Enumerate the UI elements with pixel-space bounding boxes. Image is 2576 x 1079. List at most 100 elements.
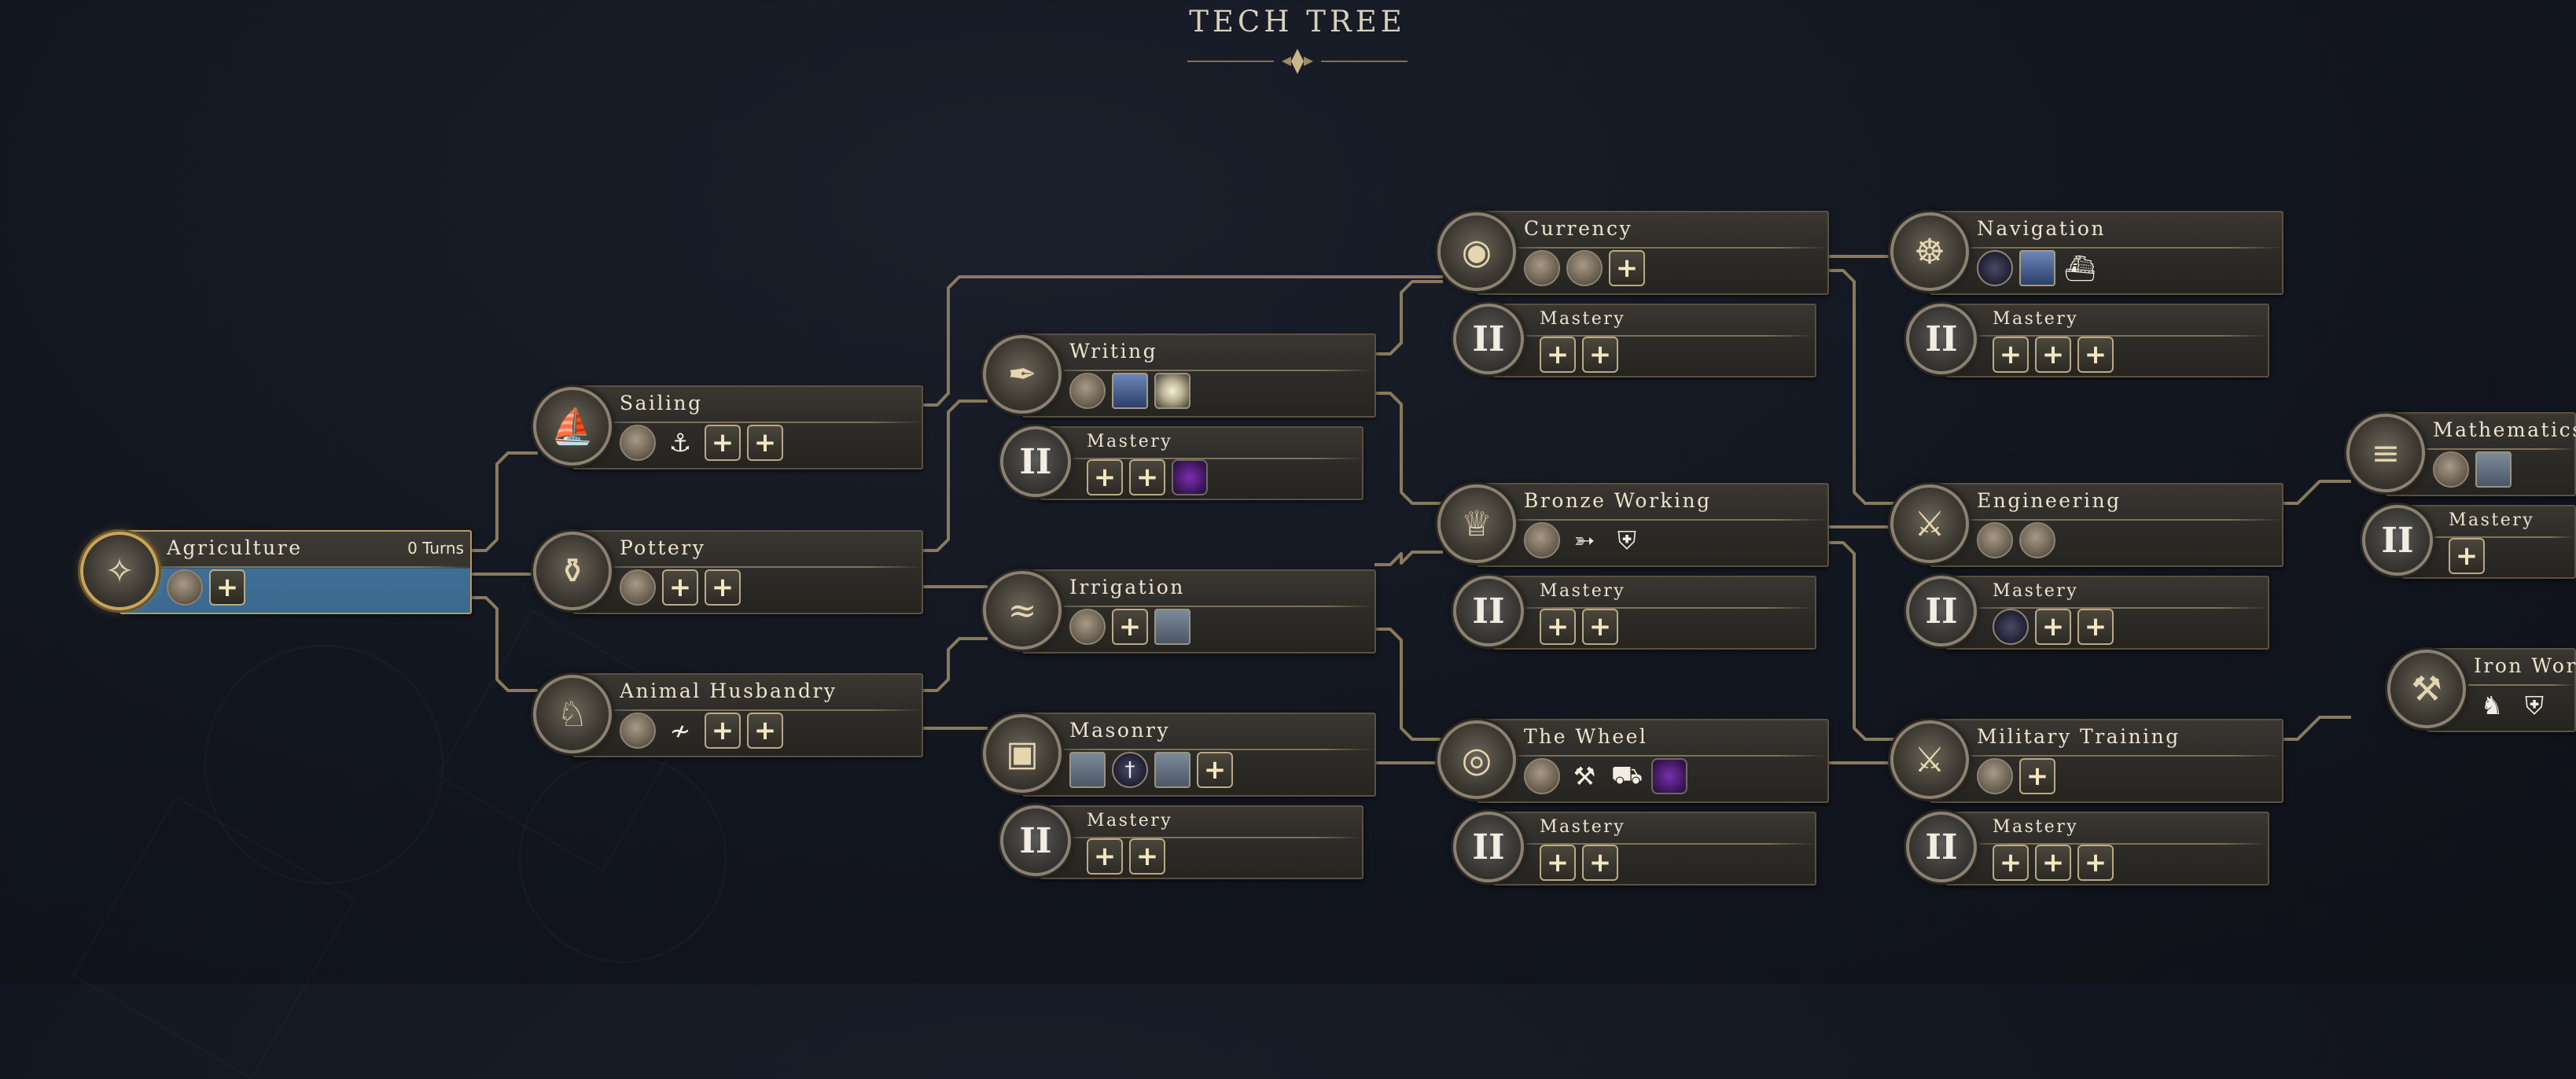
tech-bronze-working[interactable]: ♕ Bronze Working ➳ ⛨ [1437, 483, 1829, 567]
plus-icon[interactable]: + [209, 569, 245, 606]
plus-icon[interactable]: + [747, 425, 783, 461]
mastery-numeral-icon[interactable]: II [1453, 304, 1524, 374]
tech-bronze-mastery[interactable]: II Mastery + + [1453, 576, 1816, 650]
tech-irrigation[interactable]: ≈ Irrigation + [983, 569, 1376, 654]
plus-icon[interactable]: + [2019, 758, 2055, 794]
plus-icon[interactable]: + [2077, 609, 2114, 645]
plus-icon[interactable]: + [2077, 337, 2114, 373]
tech-navigation[interactable]: ☸ Navigation ⛴ [1890, 211, 2283, 295]
crossed-tools-icon[interactable]: ⚔ [1890, 484, 1969, 563]
canal-icon[interactable]: ≈ [983, 571, 1062, 650]
road-icon[interactable]: ≁ [662, 713, 698, 749]
purple-gem-icon[interactable] [1172, 459, 1208, 495]
pasture-icon[interactable] [620, 713, 656, 749]
tech-iron-working[interactable]: ⚒ Iron Working ♞⛨ [2387, 648, 2576, 732]
tech-military-training[interactable]: ⚔ Military Training + [1890, 719, 2283, 803]
quarry-icon[interactable] [1977, 522, 2013, 558]
obelisk-icon[interactable]: † [1112, 752, 1148, 788]
plus-icon[interactable]: + [705, 425, 741, 461]
mastery-numeral-icon[interactable]: II [1000, 426, 1071, 497]
mastery-numeral-icon[interactable]: II [1906, 812, 1977, 882]
bow-icon[interactable]: ➳ [1566, 522, 1603, 558]
dark-site-icon[interactable] [1993, 609, 2029, 645]
market-icon[interactable] [1524, 250, 1560, 286]
plus-icon[interactable]: + [1129, 838, 1165, 875]
tech-masonry-mastery[interactable]: II Mastery + + [1000, 805, 1363, 879]
tech-currency[interactable]: ◉ Currency + [1437, 211, 1829, 295]
tech-navigation-mastery[interactable]: II Mastery + + + [1906, 304, 2269, 377]
ship-icon[interactable]: ⛴ [2062, 250, 2098, 286]
tech-currency-mastery[interactable]: II Mastery + + [1453, 304, 1816, 377]
tech-pottery[interactable]: ⚱ Pottery + + [533, 530, 923, 614]
mastery-numeral-icon[interactable]: II [1000, 805, 1071, 876]
training-ground-icon[interactable] [1977, 758, 2013, 794]
plus-icon[interactable]: + [1087, 459, 1123, 495]
granary-icon[interactable] [167, 569, 203, 606]
plus-icon[interactable]: + [1129, 459, 1165, 495]
abacus-icon[interactable]: ≡ [2346, 414, 2425, 492]
plus-icon[interactable]: + [747, 713, 783, 749]
aqueduct-icon[interactable] [1154, 609, 1190, 645]
plus-icon[interactable]: + [1582, 337, 1618, 373]
shipyard-icon[interactable] [2019, 250, 2055, 286]
plus-icon[interactable]: + [662, 569, 698, 606]
farm-icon[interactable] [1069, 609, 1106, 645]
harbor-icon[interactable] [620, 425, 656, 461]
anvil-icon[interactable]: ⚒ [2387, 650, 2466, 728]
tech-masonry[interactable]: ▣ Masonry † + [983, 713, 1376, 797]
plus-icon[interactable]: + [1540, 337, 1576, 373]
plus-icon[interactable]: + [1609, 250, 1645, 286]
tech-military-mastery[interactable]: II Mastery + + + [1906, 812, 2269, 886]
tech-writing[interactable]: ✒ Writing [983, 333, 1376, 418]
tech-the-wheel[interactable]: ◎ The Wheel ⚒ ⛟ [1437, 719, 1829, 803]
observatory-icon[interactable] [2475, 451, 2512, 488]
plus-icon[interactable]: + [1087, 838, 1123, 875]
helmet-icon[interactable]: ⛨ [2516, 687, 2552, 724]
quill-icon[interactable]: ✒ [983, 335, 1062, 414]
digging-icon[interactable]: ⚒ [1566, 758, 1603, 794]
mastery-numeral-icon[interactable]: II [2362, 505, 2433, 576]
cow-icon[interactable]: ♘ [533, 675, 612, 753]
fort-icon[interactable] [2019, 522, 2055, 558]
mastery-numeral-icon[interactable]: II [1906, 576, 1977, 646]
plus-icon[interactable]: + [2035, 337, 2071, 373]
plus-icon[interactable]: + [2035, 845, 2071, 881]
workshop-icon[interactable] [1524, 758, 1560, 794]
cart-icon[interactable]: ⛟ [1609, 758, 1645, 794]
plus-icon[interactable]: + [1540, 845, 1576, 881]
plus-icon[interactable]: + [1582, 845, 1618, 881]
barracks-icon[interactable] [1524, 522, 1560, 558]
wall-icon[interactable] [1069, 752, 1106, 788]
plus-icon[interactable]: + [1112, 609, 1148, 645]
tech-mathematics[interactable]: ≡ Mathematics [2346, 412, 2576, 496]
bank-icon[interactable] [1566, 250, 1603, 286]
plus-icon[interactable]: + [705, 569, 741, 606]
plus-icon[interactable]: + [1540, 609, 1576, 645]
purple-gem-icon[interactable] [1651, 758, 1687, 794]
wheel-icon[interactable]: ◎ [1437, 720, 1516, 799]
monument-icon[interactable] [1112, 373, 1148, 409]
plus-icon[interactable]: + [1197, 752, 1233, 788]
tech-mathematics-mastery[interactable]: II Mastery + [2362, 505, 2576, 579]
plus-icon[interactable]: + [1993, 845, 2029, 881]
tech-animal-husbandry[interactable]: ♘ Animal Husbandry ≁ + + [533, 673, 923, 757]
palace-icon[interactable] [1154, 752, 1190, 788]
wheat-icon[interactable]: ✧ [80, 532, 159, 610]
soldier-icon[interactable]: ⚔ [1890, 720, 1969, 799]
plus-icon[interactable]: + [2035, 609, 2071, 645]
tech-writing-mastery[interactable]: II Mastery + + [1000, 426, 1363, 500]
academy-icon[interactable] [2433, 451, 2469, 488]
cavalry-icon[interactable]: ♞ [2474, 687, 2510, 724]
mastery-numeral-icon[interactable]: II [1906, 304, 1977, 374]
plus-icon[interactable]: + [2077, 845, 2114, 881]
helmet-icon[interactable]: ⛨ [1609, 522, 1645, 558]
plus-icon[interactable]: + [1993, 337, 2029, 373]
lightbulb-icon[interactable] [1154, 373, 1190, 409]
plus-icon[interactable]: + [2449, 538, 2485, 574]
plus-icon[interactable]: + [1582, 609, 1618, 645]
tech-wheel-mastery[interactable]: II Mastery + + [1453, 812, 1816, 886]
mastery-numeral-icon[interactable]: II [1453, 576, 1524, 646]
tech-sailing[interactable]: ⛵ Sailing ⚓ + + [533, 385, 923, 470]
stone-block-icon[interactable]: ▣ [983, 714, 1062, 793]
vase-icon[interactable]: ⚱ [533, 532, 612, 610]
